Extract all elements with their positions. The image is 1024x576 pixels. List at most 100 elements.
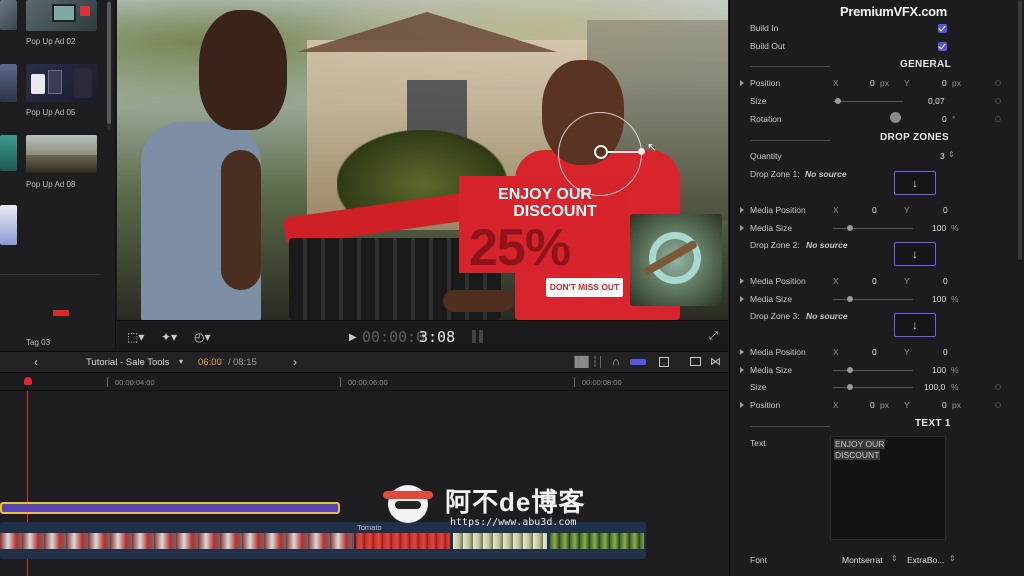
video-viewer[interactable]: ENJOY OUR DISCOUNT 25% DON'T MISS OUT ↖ — [117, 0, 728, 320]
transitions-icon[interactable]: ⋈ — [710, 355, 721, 368]
position-x-value[interactable]: 0 — [870, 400, 875, 410]
drop-zone-2-button[interactable]: ↓ — [894, 242, 936, 266]
section-drop-zones-title: DROP ZONES — [880, 132, 949, 143]
disclosure-triangle-icon[interactable] — [740, 225, 744, 231]
position-y-value[interactable]: 0 — [942, 400, 947, 410]
media-size-slider-knob[interactable] — [847, 296, 853, 302]
media-size-slider-track[interactable] — [833, 228, 913, 229]
disclosure-triangle-icon[interactable] — [740, 207, 744, 213]
media-position-x-value[interactable]: 0 — [872, 347, 877, 357]
clip-appearance-icon[interactable] — [659, 357, 669, 367]
thumbnail-pop-up-ad-08[interactable] — [26, 135, 97, 173]
thumbnail-partial-left-4[interactable] — [0, 205, 17, 245]
media-position-x-value[interactable]: 0 — [872, 205, 877, 215]
disclosure-triangle-icon[interactable] — [740, 80, 744, 86]
thumbnail-partial-left-1[interactable] — [0, 0, 17, 30]
size-label: Size — [750, 96, 767, 106]
thumbnail-pop-up-ad-05[interactable] — [26, 64, 97, 102]
media-position-x-value[interactable]: 0 — [872, 276, 877, 286]
play-icon[interactable]: ▶ — [349, 332, 357, 343]
font-weight-stepper-icon[interactable]: ⇕ — [949, 554, 956, 563]
headphones-icon[interactable]: ∩ — [612, 356, 620, 368]
title-clip[interactable] — [0, 502, 340, 514]
media-size-value[interactable]: 100 — [932, 294, 946, 304]
media-position-x-axis: X — [833, 347, 839, 357]
project-name[interactable]: Tutorial - Sale Tools — [86, 357, 169, 368]
disclosure-triangle-icon[interactable] — [740, 278, 744, 284]
font-weight-select[interactable]: ExtraBo... — [907, 555, 944, 565]
media-size-slider-track[interactable] — [833, 370, 913, 371]
ad-cta-button[interactable]: DON'T MISS OUT — [546, 278, 623, 297]
thumbnail-partial-left-3[interactable] — [0, 135, 17, 171]
thumbnail-partial-left-2[interactable] — [0, 64, 17, 102]
font-family-select[interactable]: Montserrat — [842, 555, 883, 565]
media-position-y-axis: Y — [904, 347, 910, 357]
size-slider-track[interactable] — [833, 387, 913, 388]
speed-gauge-icon[interactable]: ◴▾ — [194, 330, 211, 344]
clip-garlic-filmstrip[interactable] — [453, 533, 547, 549]
disclosure-triangle-icon[interactable] — [740, 367, 744, 373]
forward-arrow-icon[interactable]: › — [293, 355, 297, 369]
size-slider-track[interactable] — [833, 101, 903, 102]
snapping-icon[interactable] — [630, 359, 646, 365]
magic-wand-icon[interactable]: ✦▾ — [161, 330, 177, 344]
playhead-handle[interactable] — [24, 377, 32, 385]
media-size-slider-knob[interactable] — [847, 225, 853, 231]
text-input-area[interactable]: ENJOY OUR DISCOUNT — [830, 436, 946, 540]
drop-zone-1-button[interactable]: ↓ — [894, 171, 936, 195]
position-y-value[interactable]: 0 — [942, 78, 947, 88]
clip-greens-filmstrip[interactable] — [550, 533, 644, 549]
ad-photo-card[interactable] — [630, 214, 722, 306]
arrow-down-icon: ↓ — [912, 176, 918, 190]
timeline-ruler[interactable]: 00:00:04:00 00:00:06:00 00:00:08:00 — [0, 373, 728, 391]
project-dropdown-icon[interactable]: ▾ — [179, 357, 183, 366]
media-position-y-value[interactable]: 0 — [943, 276, 948, 286]
hand-right — [443, 290, 513, 312]
position-x-value[interactable]: 0 — [870, 78, 875, 88]
transform-tool-icon[interactable]: ⬚▾ — [127, 330, 144, 344]
build-in-checkbox[interactable] — [938, 24, 947, 33]
media-position-y-value[interactable]: 0 — [943, 205, 948, 215]
rotation-dial[interactable] — [890, 112, 901, 123]
back-arrow-icon[interactable]: ‹ — [34, 355, 38, 369]
keyframe-button[interactable] — [995, 98, 1001, 104]
clip-tomato-filmstrip-1[interactable] — [0, 533, 354, 549]
size-slider-knob[interactable] — [835, 98, 841, 104]
size-value[interactable]: 100,0 — [924, 382, 945, 392]
media-size-slider-knob[interactable] — [847, 367, 853, 373]
inspector-scrollbar[interactable] — [1018, 0, 1022, 260]
transform-center-handle[interactable] — [594, 145, 608, 159]
build-out-label: Build Out — [750, 41, 785, 51]
keyframe-button[interactable] — [995, 384, 1001, 390]
browser-scrollbar-thumb[interactable] — [107, 2, 111, 124]
keyframe-button[interactable] — [995, 116, 1001, 122]
watermark-title: 阿不de博客 — [445, 487, 586, 517]
fullscreen-icon[interactable]: ⤢ — [709, 330, 718, 343]
effects-browser-icon[interactable] — [690, 357, 701, 366]
transform-rotate-handle[interactable] — [638, 148, 645, 155]
keyframe-button[interactable] — [995, 402, 1001, 408]
disclosure-triangle-icon[interactable] — [740, 349, 744, 355]
skimming-icon[interactable]: ▐█▌ — [571, 357, 592, 368]
thumbnail-pop-up-ad-02[interactable] — [26, 0, 97, 31]
drop-zone-3-button[interactable]: ↓ — [894, 313, 936, 337]
media-size-value[interactable]: 100 — [932, 365, 946, 375]
build-out-checkbox[interactable] — [938, 42, 947, 51]
quantity-stepper-icon[interactable]: ⇕ — [948, 150, 955, 159]
media-size-value[interactable]: 100 — [932, 223, 946, 233]
size-slider-knob[interactable] — [847, 384, 853, 390]
clip-tomato-filmstrip-2[interactable] — [356, 533, 450, 549]
quantity-value[interactable]: 3 — [940, 151, 945, 161]
font-family-stepper-icon[interactable]: ⇕ — [891, 554, 898, 563]
timeline-tracks[interactable]: Tomato 阿不de博客 https://www.abu3d.com — [0, 391, 728, 576]
media-position-y-value[interactable]: 0 — [943, 347, 948, 357]
ruler-mark: 00:00:06:00 — [348, 378, 388, 387]
keyframe-button[interactable] — [995, 80, 1001, 86]
size-value[interactable]: 0,07 — [928, 96, 945, 106]
disclosure-triangle-icon[interactable] — [740, 402, 744, 408]
media-size-slider-track[interactable] — [833, 299, 913, 300]
rotation-value[interactable]: 0 — [942, 114, 947, 124]
disclosure-triangle-icon[interactable] — [740, 296, 744, 302]
current-time: 06:00 — [198, 357, 222, 368]
audio-skimming-icon[interactable]: ┆│ — [592, 357, 604, 368]
